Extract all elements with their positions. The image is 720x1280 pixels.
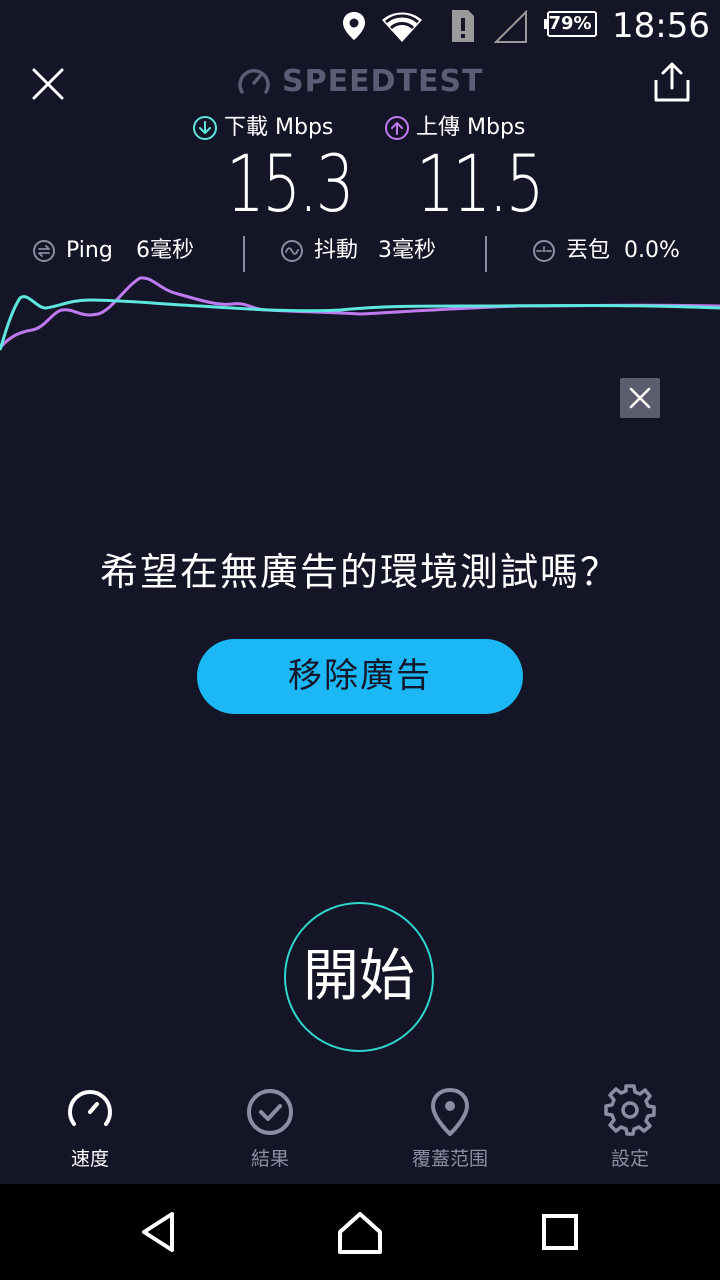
clock: 18:56 <box>612 6 710 46</box>
bottom-navigation: 速度 結果 覆蓋范围 設定 <box>0 1080 720 1184</box>
jitter-value: 3毫秒 <box>378 238 436 263</box>
ad-close-button[interactable] <box>620 378 660 418</box>
packet-loss-label: 丟包 <box>566 238 611 263</box>
upload-value: 11.5 <box>416 140 544 230</box>
ping-icon <box>33 240 55 262</box>
app-title: SPEEDTEST <box>282 64 484 99</box>
home-icon[interactable] <box>334 1206 386 1258</box>
nav-label-results: 結果 <box>250 1148 289 1170</box>
nav-item-settings[interactable]: 設定 <box>540 1080 720 1184</box>
jitter-label: 抖動 <box>314 238 359 263</box>
signal-icon <box>494 10 527 43</box>
download-arrow-icon <box>193 116 217 140</box>
check-circle-icon <box>247 1089 293 1135</box>
packet-loss-value: 0.0% <box>624 238 680 263</box>
back-icon[interactable] <box>134 1206 186 1258</box>
status-bar: 79% 18:56 <box>0 0 720 52</box>
app-header: SPEEDTEST <box>0 52 720 112</box>
metric-divider <box>485 236 487 272</box>
metric-divider <box>243 236 245 272</box>
download-graph-line <box>0 295 720 351</box>
nav-item-results[interactable]: 結果 <box>180 1080 360 1184</box>
close-icon[interactable] <box>24 60 72 108</box>
ping-value: 6毫秒 <box>136 238 194 263</box>
share-icon[interactable] <box>648 58 696 106</box>
nav-label-settings: 設定 <box>610 1148 649 1170</box>
jitter-metric: 抖動 3毫秒 <box>280 232 470 272</box>
upload-arrow-icon <box>385 116 409 140</box>
ping-metric: Ping 6毫秒 <box>32 232 222 272</box>
speed-graph <box>0 276 720 351</box>
ad-free-prompt: 希望在無廣告的環境測試嗎？ <box>99 550 620 594</box>
system-navigation-bar <box>0 1184 720 1280</box>
nav-label-coverage: 覆蓋范围 <box>411 1148 488 1170</box>
wifi-icon <box>382 12 422 42</box>
location-icon <box>343 12 365 40</box>
speedtest-screen: 79% 18:56 SPEEDTEST 下載 Mbps 上傳 Mbps 15.3… <box>0 0 720 1280</box>
download-value: 15.3 <box>226 140 354 230</box>
map-pin-icon <box>431 1088 469 1136</box>
speedometer-icon <box>68 1090 112 1126</box>
speedometer-logo-icon <box>238 69 270 94</box>
nav-item-speed[interactable]: 速度 <box>0 1080 180 1184</box>
jitter-icon <box>281 240 303 262</box>
nav-item-coverage[interactable]: 覆蓋范围 <box>360 1080 540 1184</box>
close-icon <box>629 387 651 409</box>
sim-icon <box>452 10 474 42</box>
packet-loss-icon <box>533 240 555 262</box>
upload-graph-line <box>0 276 720 349</box>
start-button[interactable]: 開始 <box>284 902 434 1052</box>
gear-icon <box>604 1084 656 1136</box>
battery-percentage: 79% <box>548 13 592 34</box>
recents-icon[interactable] <box>534 1206 586 1258</box>
battery-indicator: 79% <box>544 10 597 38</box>
packet-loss-metric: 丟包 0.0% <box>532 232 712 272</box>
app-logo: SPEEDTEST <box>236 60 486 104</box>
nav-label-speed: 速度 <box>70 1148 109 1170</box>
remove-ads-button[interactable]: 移除廣告 <box>197 639 523 714</box>
ping-label: Ping <box>66 238 113 263</box>
